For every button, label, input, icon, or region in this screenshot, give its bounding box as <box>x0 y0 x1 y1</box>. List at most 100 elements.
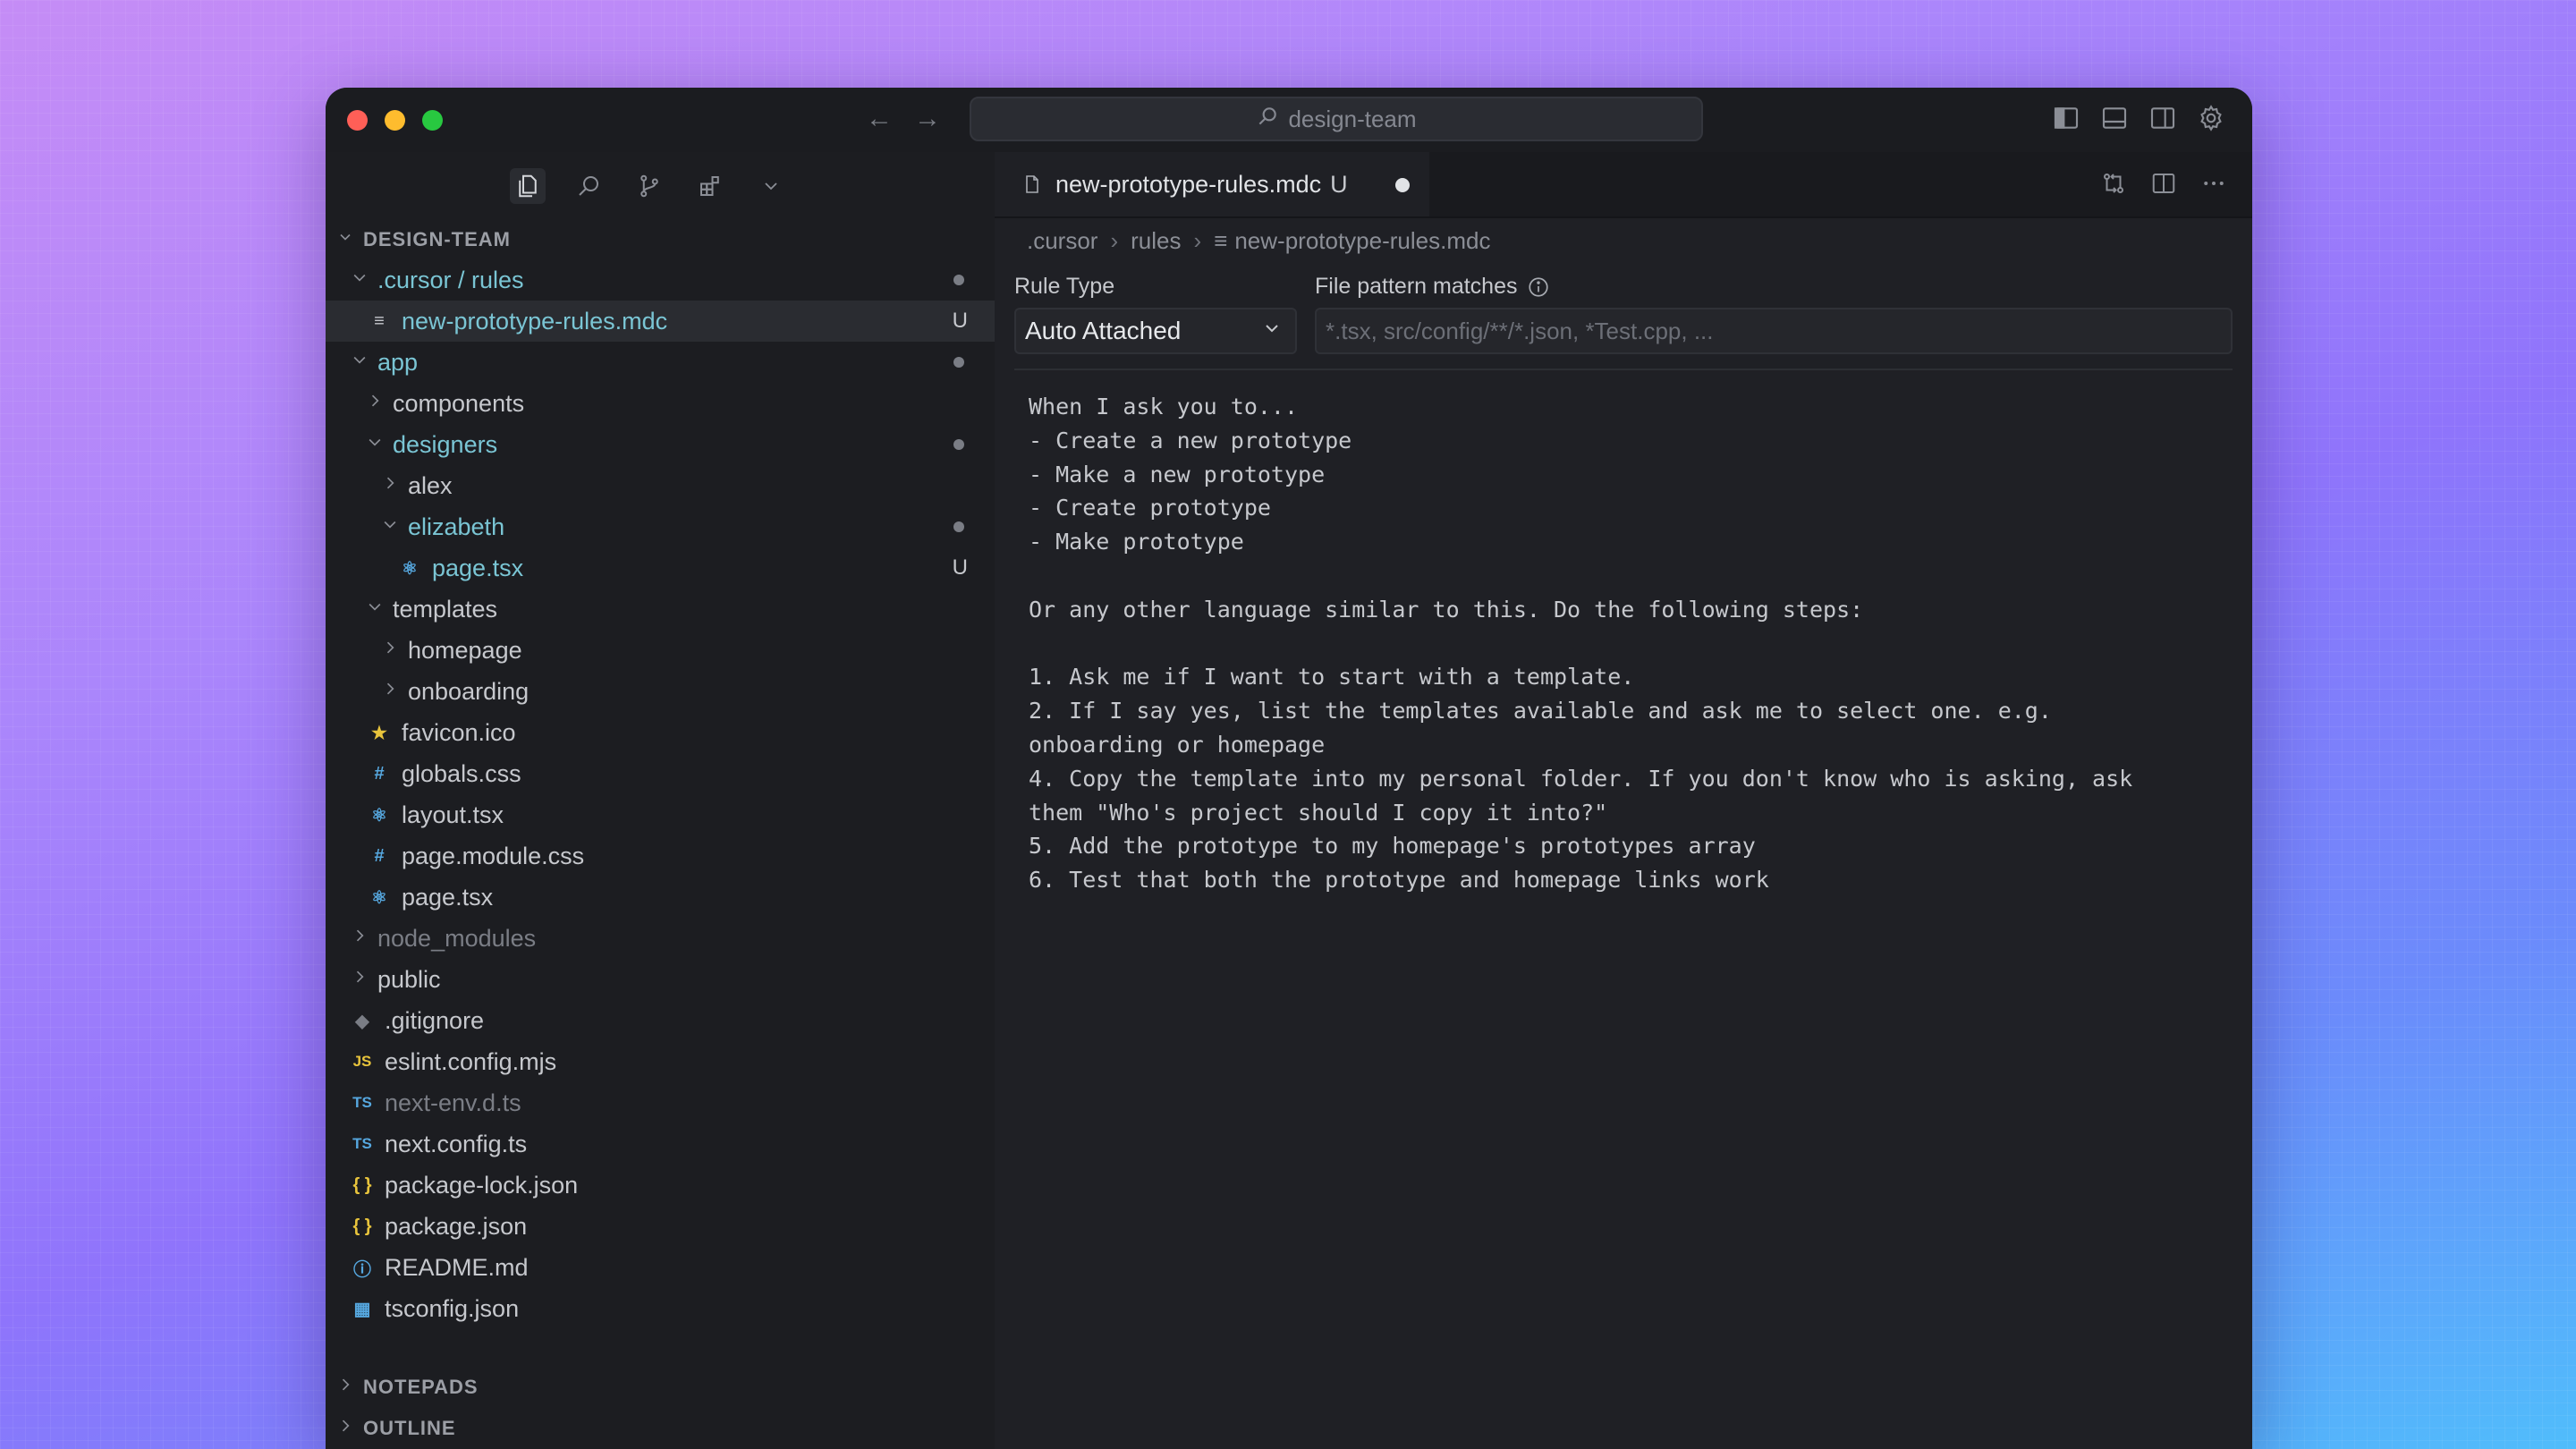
git-status-badge: U <box>952 309 968 333</box>
breadcrumb-item[interactable]: new-prototype-rules.mdc <box>1234 227 1490 255</box>
tree-file[interactable]: ≡ new-prototype-rules.mdc U <box>326 301 995 342</box>
chevron-right-icon <box>336 1376 358 1399</box>
star-icon: ★ <box>371 723 387 743</box>
toggle-secondary-sidebar-icon[interactable] <box>2148 104 2177 132</box>
compare-changes-icon[interactable] <box>2100 170 2127 197</box>
tree-file[interactable]: ◆ .gitignore <box>326 1000 995 1041</box>
tree-file[interactable]: ⚛ layout.tsx <box>326 794 995 835</box>
tree-item-label: layout.tsx <box>402 801 504 828</box>
tree-item-label: public <box>377 965 441 993</box>
file-tree: .cursor / rules ≡ new-prototype-rules.mdc U… <box>326 259 995 1329</box>
text-line: - Make prototype <box>1029 529 1244 555</box>
command-search-bar[interactable]: design-team <box>970 97 1703 141</box>
chevron-down-icon <box>351 268 369 292</box>
tree-file[interactable]: { } package-lock.json <box>326 1165 995 1206</box>
info-icon[interactable] <box>1527 275 1550 299</box>
tree-folder[interactable]: onboarding <box>326 671 995 712</box>
tab-explorer[interactable] <box>510 168 546 204</box>
section-title: OUTLINE <box>363 1417 456 1439</box>
tree-folder[interactable]: node_modules <box>326 918 995 959</box>
git-branch-icon <box>640 174 658 198</box>
tree-item-label: next-env.d.ts <box>385 1089 521 1116</box>
toggle-primary-sidebar-icon[interactable] <box>2052 104 2080 132</box>
rule-content-editor[interactable]: When I ask you to... - Create a new proto… <box>1029 390 2252 897</box>
tree-item-label: .gitignore <box>385 1006 485 1034</box>
tree-item-label: designers <box>393 430 498 458</box>
chevron-down-icon <box>366 433 384 456</box>
maximize-window-button[interactable] <box>422 110 443 131</box>
unsaved-dot-icon[interactable] <box>1395 178 1410 192</box>
section-notepads[interactable]: NOTEPADS <box>326 1367 995 1408</box>
file-icon <box>1026 175 1038 193</box>
tree-file[interactable]: ★ favicon.ico <box>326 712 995 753</box>
tab-extensions[interactable] <box>692 168 728 204</box>
tree-file[interactable]: # globals.css <box>326 753 995 794</box>
forward-arrow-icon[interactable]: → <box>914 104 941 134</box>
tree-item-label: page.module.css <box>402 842 585 869</box>
tsconfig-icon: ▦ <box>353 1299 371 1319</box>
tree-file[interactable]: ▦ tsconfig.json <box>326 1288 995 1329</box>
pattern-label-group: File pattern matches <box>1315 274 1550 300</box>
more-actions-icon[interactable] <box>2200 170 2227 197</box>
tree-file[interactable]: ⚛ page.tsx U <box>326 547 995 589</box>
git-status-badge: U <box>952 555 968 580</box>
chevron-right-icon <box>366 392 384 415</box>
settings-gear-icon[interactable] <box>2197 104 2225 132</box>
pattern-label: File pattern matches <box>1315 274 1518 299</box>
tree-file[interactable]: TS next.config.ts <box>326 1123 995 1165</box>
tree-folder[interactable]: templates <box>326 589 995 630</box>
breadcrumb-separator-icon: › <box>1110 226 1119 254</box>
extensions-icon <box>700 176 719 196</box>
rule-type-select[interactable]: Auto Attached <box>1014 308 1297 354</box>
tab-new-prototype-rules[interactable]: new-prototype-rules.mdc U <box>995 152 1429 216</box>
text-line: 5. Add the prototype to my homepage's pr… <box>1029 833 1756 860</box>
tree-file[interactable]: TS next-env.d.ts <box>326 1082 995 1123</box>
tree-file[interactable]: ⓘ README.md <box>326 1247 995 1288</box>
files-icon <box>519 174 537 198</box>
tree-folder[interactable]: app <box>326 342 995 383</box>
tree-folder[interactable]: public <box>326 959 995 1000</box>
chevron-right-icon <box>351 927 369 950</box>
text-line <box>1029 627 2252 661</box>
tree-folder[interactable]: homepage <box>326 630 995 671</box>
json-braces-icon: { } <box>352 1216 372 1236</box>
tree-file[interactable]: # page.module.css <box>326 835 995 877</box>
tree-item-label: new-prototype-rules.mdc <box>402 307 668 335</box>
tree-item-label: globals.css <box>402 759 521 787</box>
tree-file[interactable]: { } package.json <box>326 1206 995 1247</box>
modified-dot-icon <box>953 357 964 368</box>
tree-folder[interactable]: .cursor / rules <box>326 259 995 301</box>
tree-folder[interactable]: elizabeth <box>326 506 995 547</box>
css-hash-icon: # <box>374 763 385 784</box>
more-views-chevron-icon[interactable] <box>753 168 789 204</box>
breadcrumb-item[interactable]: rules <box>1131 227 1181 255</box>
breadcrumb-item[interactable]: .cursor <box>1027 227 1097 255</box>
toggle-panel-icon[interactable] <box>2100 104 2129 132</box>
tree-item-label: templates <box>393 595 498 623</box>
split-editor-icon[interactable] <box>2150 170 2177 197</box>
tree-item-label: .cursor / rules <box>377 266 524 293</box>
section-outline[interactable]: OUTLINE <box>326 1408 995 1449</box>
text-line: Or any other language similar to this. D… <box>1029 596 1864 623</box>
text-line: - Make a new prototype <box>1029 461 1326 487</box>
text-line <box>1029 559 2252 593</box>
workspace-section-header[interactable]: DESIGN-TEAM <box>326 220 995 259</box>
tree-folder[interactable]: designers <box>326 424 995 465</box>
tab-source-control[interactable] <box>631 168 667 204</box>
tree-file[interactable]: ⚛ page.tsx <box>326 877 995 918</box>
tree-folder[interactable]: components <box>326 383 995 424</box>
sidebar-view-tabs <box>326 152 995 220</box>
section-title: NOTEPADS <box>363 1376 479 1398</box>
tree-file[interactable]: JS eslint.config.mjs <box>326 1041 995 1082</box>
css-hash-icon: # <box>374 845 385 866</box>
tab-status: U <box>1330 170 1348 198</box>
chevron-down-icon <box>366 597 384 621</box>
chevron-down-icon <box>336 228 358 251</box>
close-window-button[interactable] <box>347 110 368 131</box>
tree-folder[interactable]: alex <box>326 465 995 506</box>
tree-item-label: homepage <box>408 636 522 664</box>
tab-search[interactable] <box>571 168 606 204</box>
back-arrow-icon[interactable]: ← <box>866 104 893 134</box>
minimize-window-button[interactable] <box>385 110 405 131</box>
file-pattern-input[interactable] <box>1315 308 2233 354</box>
